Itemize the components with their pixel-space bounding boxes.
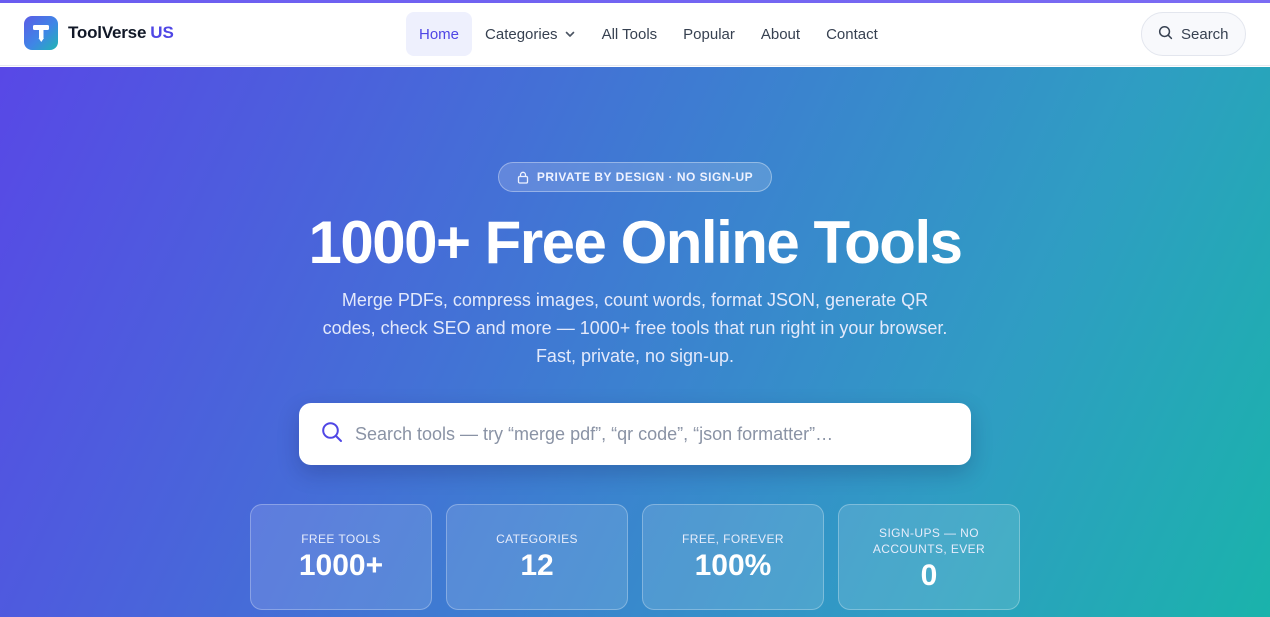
chevron-down-icon — [564, 28, 576, 40]
stat-card-sign-ups: SIGN-UPS — NO ACCOUNTS, EVER 0 — [838, 504, 1020, 610]
nav-categories-label: Categories — [485, 25, 558, 43]
nav-all-tools[interactable]: All Tools — [589, 12, 671, 56]
stat-label: FREE TOOLS — [301, 532, 381, 546]
hero-search-box[interactable] — [299, 403, 971, 465]
search-icon — [321, 421, 343, 448]
brand-suffix: US — [150, 23, 174, 42]
nav-home[interactable]: Home — [406, 12, 473, 56]
stat-value: 1000+ — [298, 549, 384, 582]
stat-label: CATEGORIES — [496, 532, 578, 546]
privacy-badge: PRIVATE BY DESIGN · NO SIGN-UP — [498, 162, 772, 192]
nav-categories[interactable]: Categories — [472, 12, 589, 56]
stat-card-categories: CATEGORIES 12 — [446, 504, 628, 610]
hero-subline-3: Fast, private, no sign-up. — [535, 346, 735, 366]
brand-logo-link[interactable]: ToolVerse US — [24, 16, 174, 50]
stat-card-free-tools: FREE TOOLS 1000+ — [250, 504, 432, 610]
hero-subheadline: Merge PDFs, compress images, count words… — [285, 286, 985, 370]
lock-icon — [517, 171, 529, 184]
nav-about[interactable]: About — [748, 12, 813, 56]
search-icon — [1158, 25, 1173, 44]
stat-card-free-forever: FREE, FOREVER 100% — [642, 504, 824, 610]
nav-popular[interactable]: Popular — [670, 12, 748, 56]
privacy-badge-text: PRIVATE BY DESIGN · NO SIGN-UP — [536, 170, 754, 184]
hero-subline-2: codes, check SEO and more — 1000+ free t… — [322, 318, 948, 338]
stat-value: 12 — [520, 549, 554, 582]
hero-subline-1: Merge PDFs, compress images, count words… — [341, 290, 929, 310]
t-tool-icon — [24, 16, 58, 50]
stat-value: 0 — [920, 559, 938, 592]
brand-name: ToolVerse — [68, 23, 147, 42]
stats-row: FREE TOOLS 1000+ CATEGORIES 12 FREE, FOR… — [250, 504, 1034, 610]
main-nav: Home Categories All Tools Popular About … — [406, 12, 891, 56]
header-search-button[interactable]: Search — [1141, 12, 1246, 56]
header-search-label: Search — [1181, 25, 1229, 43]
stat-label: FREE, FOREVER — [682, 532, 784, 546]
hero-headline: 1000+ Free Online Tools — [308, 209, 963, 276]
hero-section: PRIVATE BY DESIGN · NO SIGN-UP 1000+ Fre… — [0, 67, 1270, 617]
nav-contact[interactable]: Contact — [813, 12, 891, 56]
stat-value: 100% — [694, 549, 772, 582]
stat-label: SIGN-UPS — NO ACCOUNTS, EVER — [872, 526, 986, 556]
hero-search-input[interactable] — [353, 422, 957, 446]
top-navbar: ToolVerse US Home Categories All Tools P… — [0, 3, 1270, 66]
